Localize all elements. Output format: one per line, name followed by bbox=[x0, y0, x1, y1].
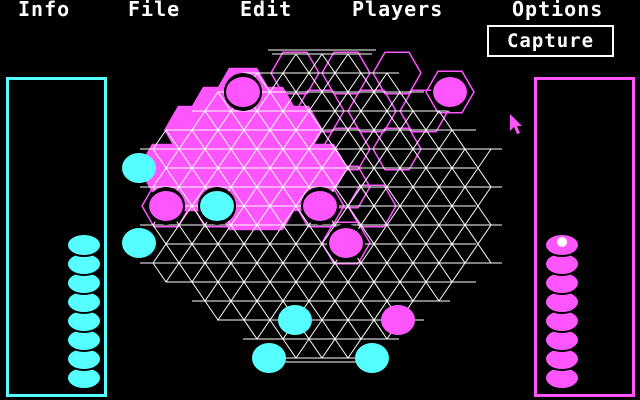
game-board[interactable] bbox=[0, 0, 640, 400]
cyan-tray-piece[interactable] bbox=[66, 233, 102, 257]
arrow-pointer-icon bbox=[510, 114, 522, 134]
cyan-piece[interactable] bbox=[278, 305, 312, 335]
board-hex-cells bbox=[138, 51, 475, 265]
grid-line bbox=[347, 148, 492, 359]
magenta-piece[interactable] bbox=[381, 305, 415, 335]
selected-piece-marker bbox=[557, 237, 567, 247]
cyan-piece[interactable] bbox=[122, 153, 156, 183]
cyan-piece[interactable] bbox=[252, 343, 286, 373]
magenta-piece[interactable] bbox=[303, 191, 337, 221]
grid-line bbox=[152, 224, 219, 321]
cyan-piece[interactable] bbox=[355, 343, 389, 373]
cyan-piece[interactable] bbox=[122, 228, 156, 258]
magenta-piece[interactable] bbox=[329, 228, 363, 258]
magenta-piece[interactable] bbox=[433, 77, 467, 107]
magenta-piece[interactable] bbox=[149, 191, 183, 221]
grid-line bbox=[152, 262, 167, 283]
cyan-piece[interactable] bbox=[200, 191, 234, 221]
magenta-piece[interactable] bbox=[226, 77, 260, 107]
